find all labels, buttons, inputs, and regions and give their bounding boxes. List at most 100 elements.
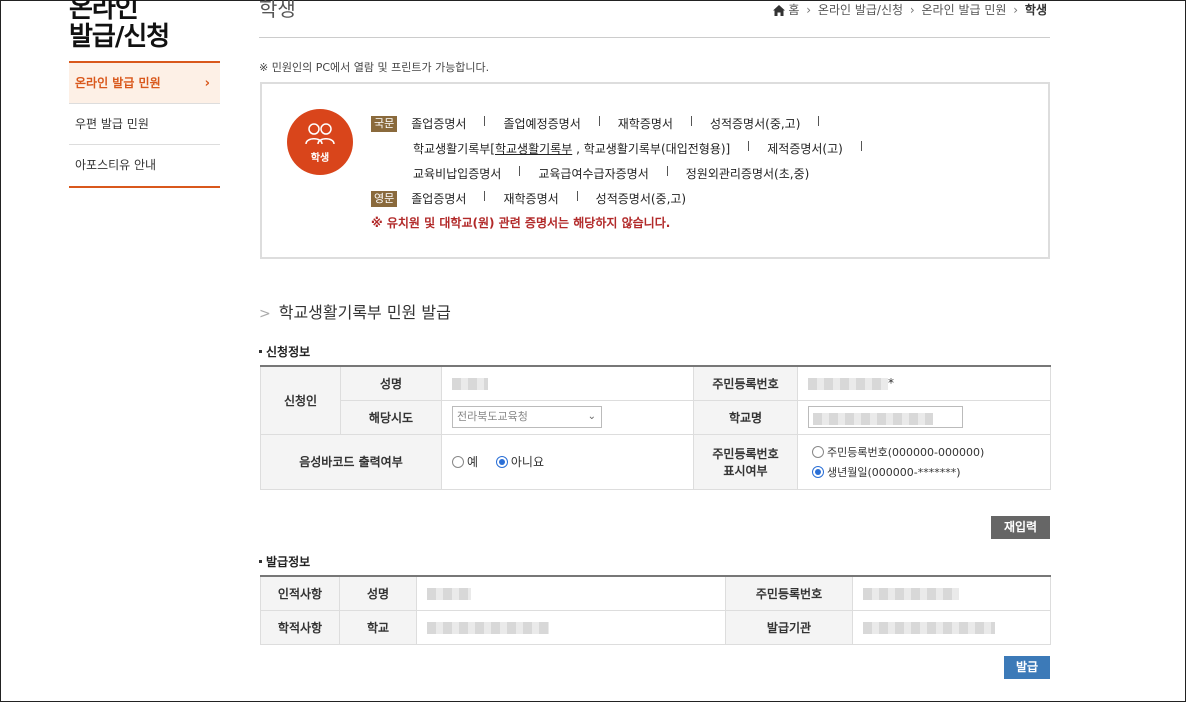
certificate-list-box: 학생 국문 졸업증명서 졸업예정증명서 재학증명서 성적증명서(중,고) 학교생활기록부… <box>260 82 1050 259</box>
birthdate-radio[interactable] <box>812 465 824 478</box>
breadcrumb-item[interactable]: 온라인 발급/신청 <box>818 3 903 17</box>
voice-no-label[interactable]: 아니요 <box>511 455 544 469</box>
sidebar-item-online-issue[interactable]: 온라인 발급 민원 › <box>69 63 220 104</box>
breadcrumb-separator: › <box>909 3 915 17</box>
issue-name-label: 성명 <box>339 575 417 611</box>
blurred-ssn <box>863 587 959 600</box>
breadcrumb-separator: › <box>806 3 812 17</box>
academic-info-label: 학적사항 <box>260 609 340 645</box>
sidebar-item-label: 아포스티유 안내 <box>75 158 157 172</box>
notice-text: ※ 민원인의 PC에서 열람 및 프린트가 가능합니다. <box>259 61 490 74</box>
bullet-icon <box>259 350 262 353</box>
cert-link[interactable]: 재학증명서 <box>503 190 558 208</box>
ssn-display-options: 주민등록번호(000000-000000) 생년월일(000000-******… <box>797 433 1051 490</box>
ssn-display-label-line2: 표시여부 <box>723 463 768 478</box>
divider <box>598 116 600 126</box>
cert-link[interactable]: 학교생활기록부[학교생활기록부 , 학교생활기록부(대입전형용)] <box>413 140 730 158</box>
personal-info-label: 인적사항 <box>260 575 340 611</box>
apply-info-heading: 신청정보 <box>259 343 310 360</box>
sidebar-menu: 온라인 발급 민원 › 우편 발급 민원 아포스티유 안내 <box>69 61 220 188</box>
divider <box>748 141 750 151</box>
issue-agency-value <box>852 609 1051 645</box>
issue-agency-label: 발급기관 <box>725 609 853 645</box>
sidebar-item-mail-issue[interactable]: 우편 발급 민원 <box>69 104 220 145</box>
apply-info-table: 신청인 성명 주민등록번호 * 해당시도 전라북도교육청 ⌄ 학교명 음성바코드 … <box>260 365 1051 490</box>
ssn-display-label-line1: 주민등록번호 <box>712 446 779 461</box>
cert-link[interactable]: 교육급여수급자증명서 <box>538 165 648 183</box>
ssn-value: * <box>797 365 1051 401</box>
issue-info-table: 인적사항 성명 주민등록번호 학적사항 학교 발급기관 <box>260 575 1051 645</box>
voice-yes-radio[interactable] <box>452 456 464 468</box>
cert-link[interactable]: 졸업예정증명서 <box>503 115 580 133</box>
cert-link[interactable]: 교육비납입증명서 <box>413 165 501 183</box>
cert-row-korean: 국문 졸업증명서 졸업예정증명서 재학증명서 성적증명서(중,고) <box>371 115 837 133</box>
warning-text: ※ 유치원 및 대학교(원) 관련 증명서는 해당하지 않습니다. <box>371 216 671 230</box>
reset-button[interactable]: 재입력 <box>991 516 1050 539</box>
breadcrumb-item[interactable]: 온라인 발급 민원 <box>922 3 1007 17</box>
cert-link[interactable]: 재학증명서 <box>618 115 673 133</box>
blurred-ssn <box>808 377 888 390</box>
chevron-down-icon: ⌄ <box>587 411 596 422</box>
breadcrumb-separator: › <box>1013 3 1019 17</box>
issue-info-heading: 발급정보 <box>259 553 310 570</box>
divider <box>690 116 692 126</box>
issue-school-value <box>416 609 726 645</box>
sidebar-title-line2: 발급/신청 <box>69 22 170 52</box>
divider <box>576 191 578 201</box>
sidebar-item-label: 온라인 발급 민원 <box>75 76 161 90</box>
cert-link[interactable]: 제적증명서(고) <box>767 140 843 158</box>
ssn-suffix: * <box>888 376 894 391</box>
ssn-full-radio[interactable] <box>812 445 824 458</box>
page-title: 학생 <box>259 0 296 21</box>
blurred-name <box>427 587 471 600</box>
applicant-label: 신청인 <box>260 365 341 435</box>
korean-tag: 국문 <box>371 116 398 132</box>
region-cell: 전라북도교육청 ⌄ <box>441 399 694 435</box>
voice-no-radio[interactable] <box>495 456 508 468</box>
breadcrumb-current: 학생 <box>1024 3 1047 17</box>
home-icon[interactable] <box>773 5 786 16</box>
chevron-right-icon: › <box>204 76 210 91</box>
blurred-school <box>427 621 549 634</box>
school-label: 학교명 <box>693 399 798 435</box>
cert-link[interactable]: 정원외관리증명서(초,중) <box>686 165 810 183</box>
student-icon-label: 학생 <box>310 153 330 164</box>
voice-barcode-options: 예 아니요 <box>441 433 694 490</box>
student-icon: 학생 <box>287 109 353 175</box>
issue-name-value <box>416 575 726 611</box>
divider <box>666 166 668 176</box>
cert-link[interactable]: 졸업증명서 <box>411 115 466 133</box>
ssn-label: 주민등록번호 <box>693 365 798 401</box>
issue-info-heading-text: 발급정보 <box>266 555 311 569</box>
cert-link[interactable]: 졸업증명서 <box>411 190 466 208</box>
blurred-school <box>813 412 933 425</box>
divider <box>818 116 820 126</box>
breadcrumb: 홈 › 온라인 발급/신청 › 온라인 발급 민원 › 학생 <box>773 1 1047 18</box>
ssn-full-label[interactable]: 주민등록번호(000000-000000) <box>827 446 984 459</box>
header-divider <box>259 37 1050 38</box>
cert-link[interactable]: 성적증명서(중,고) <box>596 190 686 208</box>
issue-school-label: 학교 <box>339 609 417 645</box>
blurred-name <box>452 377 488 390</box>
sidebar-item-apostille[interactable]: 아포스티유 안내 <box>69 145 220 186</box>
divider <box>484 191 486 201</box>
birthdate-label[interactable]: 생년월일(000000-*******) <box>827 466 961 479</box>
cert-link-underlined[interactable]: 학교생활기록부 <box>495 142 572 156</box>
breadcrumb-home[interactable]: 홈 <box>788 3 799 17</box>
cert-row-2: 학교생활기록부[학교생활기록부 , 학교생활기록부(대입전형용)] 제적증명서(고… <box>413 140 880 158</box>
sidebar-title: 온라인 발급/신청 <box>69 0 219 51</box>
cert-text: , 학교생활기록부(대입전형용)] <box>572 142 731 156</box>
region-select[interactable]: 전라북도교육청 ⌄ <box>452 406 602 428</box>
school-input[interactable] <box>808 406 963 428</box>
sidebar-item-label: 우편 발급 민원 <box>75 117 149 131</box>
apply-info-heading-text: 신청정보 <box>266 345 311 359</box>
cert-row-3: 교육비납입증명서 교육급여수급자증명서 정원외관리증명서(초,중) <box>413 165 809 183</box>
section-title-text: 학교생활기록부 민원 발급 <box>278 303 451 322</box>
voice-barcode-label: 음성바코드 출력여부 <box>260 433 442 490</box>
region-selected-value: 전라북도교육청 <box>457 410 528 423</box>
ssn-display-label: 주민등록번호 표시여부 <box>693 433 798 490</box>
voice-yes-label[interactable]: 예 <box>467 455 478 469</box>
school-cell <box>797 399 1051 435</box>
issue-button[interactable]: 발급 <box>1004 656 1050 679</box>
cert-link[interactable]: 성적증명서(중,고) <box>710 115 800 133</box>
